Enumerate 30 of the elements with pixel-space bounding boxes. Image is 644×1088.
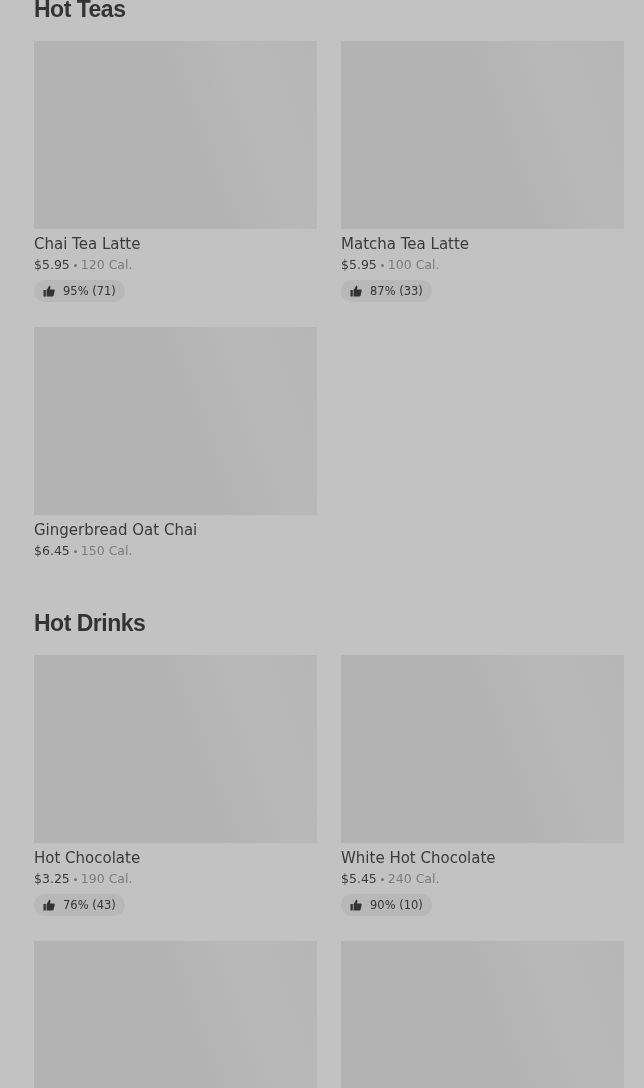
item-calories: 190 Cal. — [80, 870, 133, 888]
item-price: $5.95 — [341, 256, 377, 274]
thumbs-up-icon — [350, 285, 362, 297]
item-price: $6.45 — [34, 542, 70, 560]
separator-dot — [73, 877, 77, 881]
item-name: White Hot Chocolate — [341, 848, 496, 868]
item-calories: 120 Cal. — [80, 256, 133, 274]
separator-dot — [380, 877, 384, 881]
item-calories: 240 Cal. — [387, 870, 440, 888]
thumbs-up-icon — [43, 285, 55, 297]
rating-badge: 95% (71) — [34, 280, 125, 302]
thumbs-up-icon — [350, 899, 362, 911]
item-name: Matcha Tea Latte — [341, 234, 470, 254]
item-calories: 100 Cal. — [387, 256, 440, 274]
section-heading: Hot Drinks — [34, 609, 146, 637]
section-heading: Hot Teas — [34, 0, 126, 23]
rating-badge: 90% (10) — [341, 894, 432, 916]
thumbs-up-icon — [43, 899, 55, 911]
item-name: Gingerbread Oat Chai — [34, 520, 198, 540]
item-name: Chai Tea Latte — [34, 234, 141, 254]
separator-dot — [380, 263, 384, 267]
rating-badge: 76% (43) — [34, 894, 125, 916]
separator-dot — [73, 263, 77, 267]
item-price: $3.25 — [34, 870, 70, 888]
rating-badge: 87% (33) — [341, 280, 432, 302]
item-calories: 150 Cal. — [80, 542, 133, 560]
item-price: $5.45 — [341, 870, 377, 888]
separator-dot — [73, 549, 77, 553]
item-price: $5.95 — [34, 256, 70, 274]
item-name: Hot Chocolate — [34, 848, 141, 868]
